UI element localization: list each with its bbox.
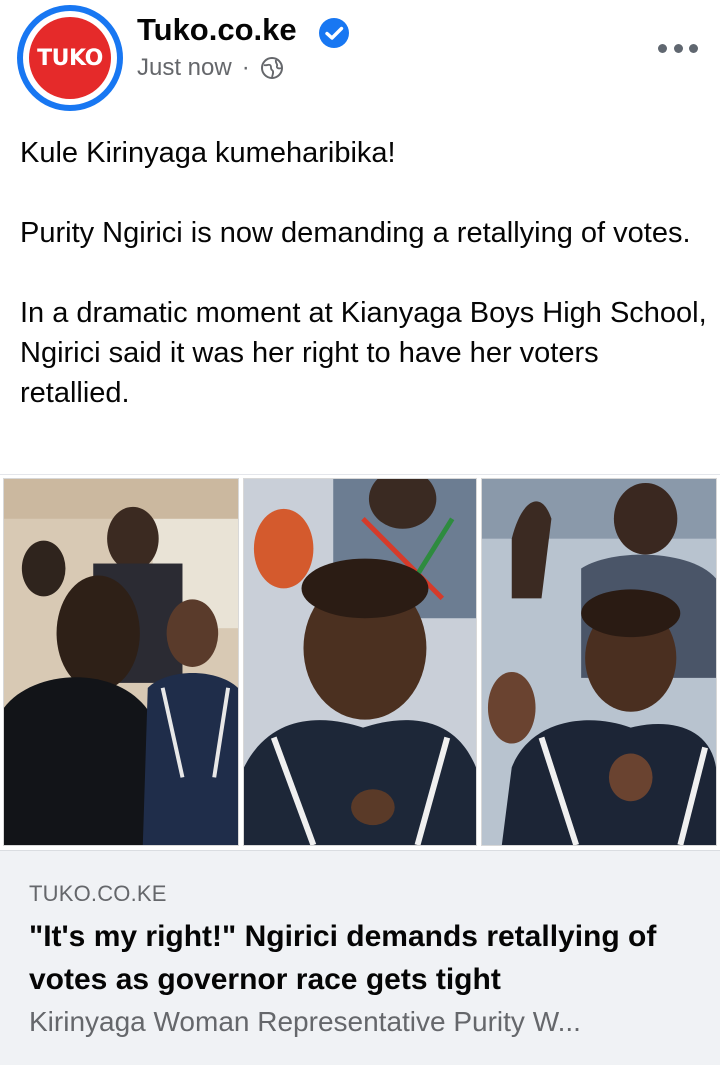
photo-ngirici-speaking[interactable] xyxy=(243,478,477,846)
post-paragraph: Purity Ngirici is now demanding a retall… xyxy=(20,217,691,249)
post-paragraph: Kule Kirinyaga kumeharibika! xyxy=(20,137,396,169)
link-description: Kirinyaga Woman Representative Purity W.… xyxy=(29,1006,581,1037)
more-options-icon[interactable] xyxy=(658,44,698,56)
post-meta: Just now · xyxy=(137,54,284,82)
post-timestamp[interactable]: Just now xyxy=(137,54,232,82)
tuko-logo: TUKO xyxy=(29,17,111,99)
page-avatar[interactable]: TUKO xyxy=(17,5,123,111)
globe-icon xyxy=(260,57,283,79)
link-domain: TUKO.CO.KE xyxy=(29,881,167,906)
photo-ngirici-confrontation[interactable] xyxy=(3,478,239,846)
post-header: TUKO Tuko.co.ke Just now · xyxy=(0,0,720,120)
verified-badge-icon xyxy=(319,18,349,48)
link-preview-card[interactable]: TUKO.CO.KE "It's my right!" Ngirici dema… xyxy=(0,850,720,1065)
photo-ngirici-gesturing[interactable] xyxy=(481,478,717,846)
meta-separator: · xyxy=(241,54,250,81)
post-paragraph: In a dramatic moment at Kianyaga Boys Hi… xyxy=(20,297,707,409)
post-text: Kule Kirinyaga kumeharibika! Purity Ngir… xyxy=(20,133,710,413)
link-title[interactable]: "It's my right!" Ngirici demands retally… xyxy=(29,915,699,1001)
avatar-logo-text: TUKO xyxy=(37,45,103,71)
page-name[interactable]: Tuko.co.ke xyxy=(137,12,297,48)
post-image-collage[interactable] xyxy=(0,474,720,849)
